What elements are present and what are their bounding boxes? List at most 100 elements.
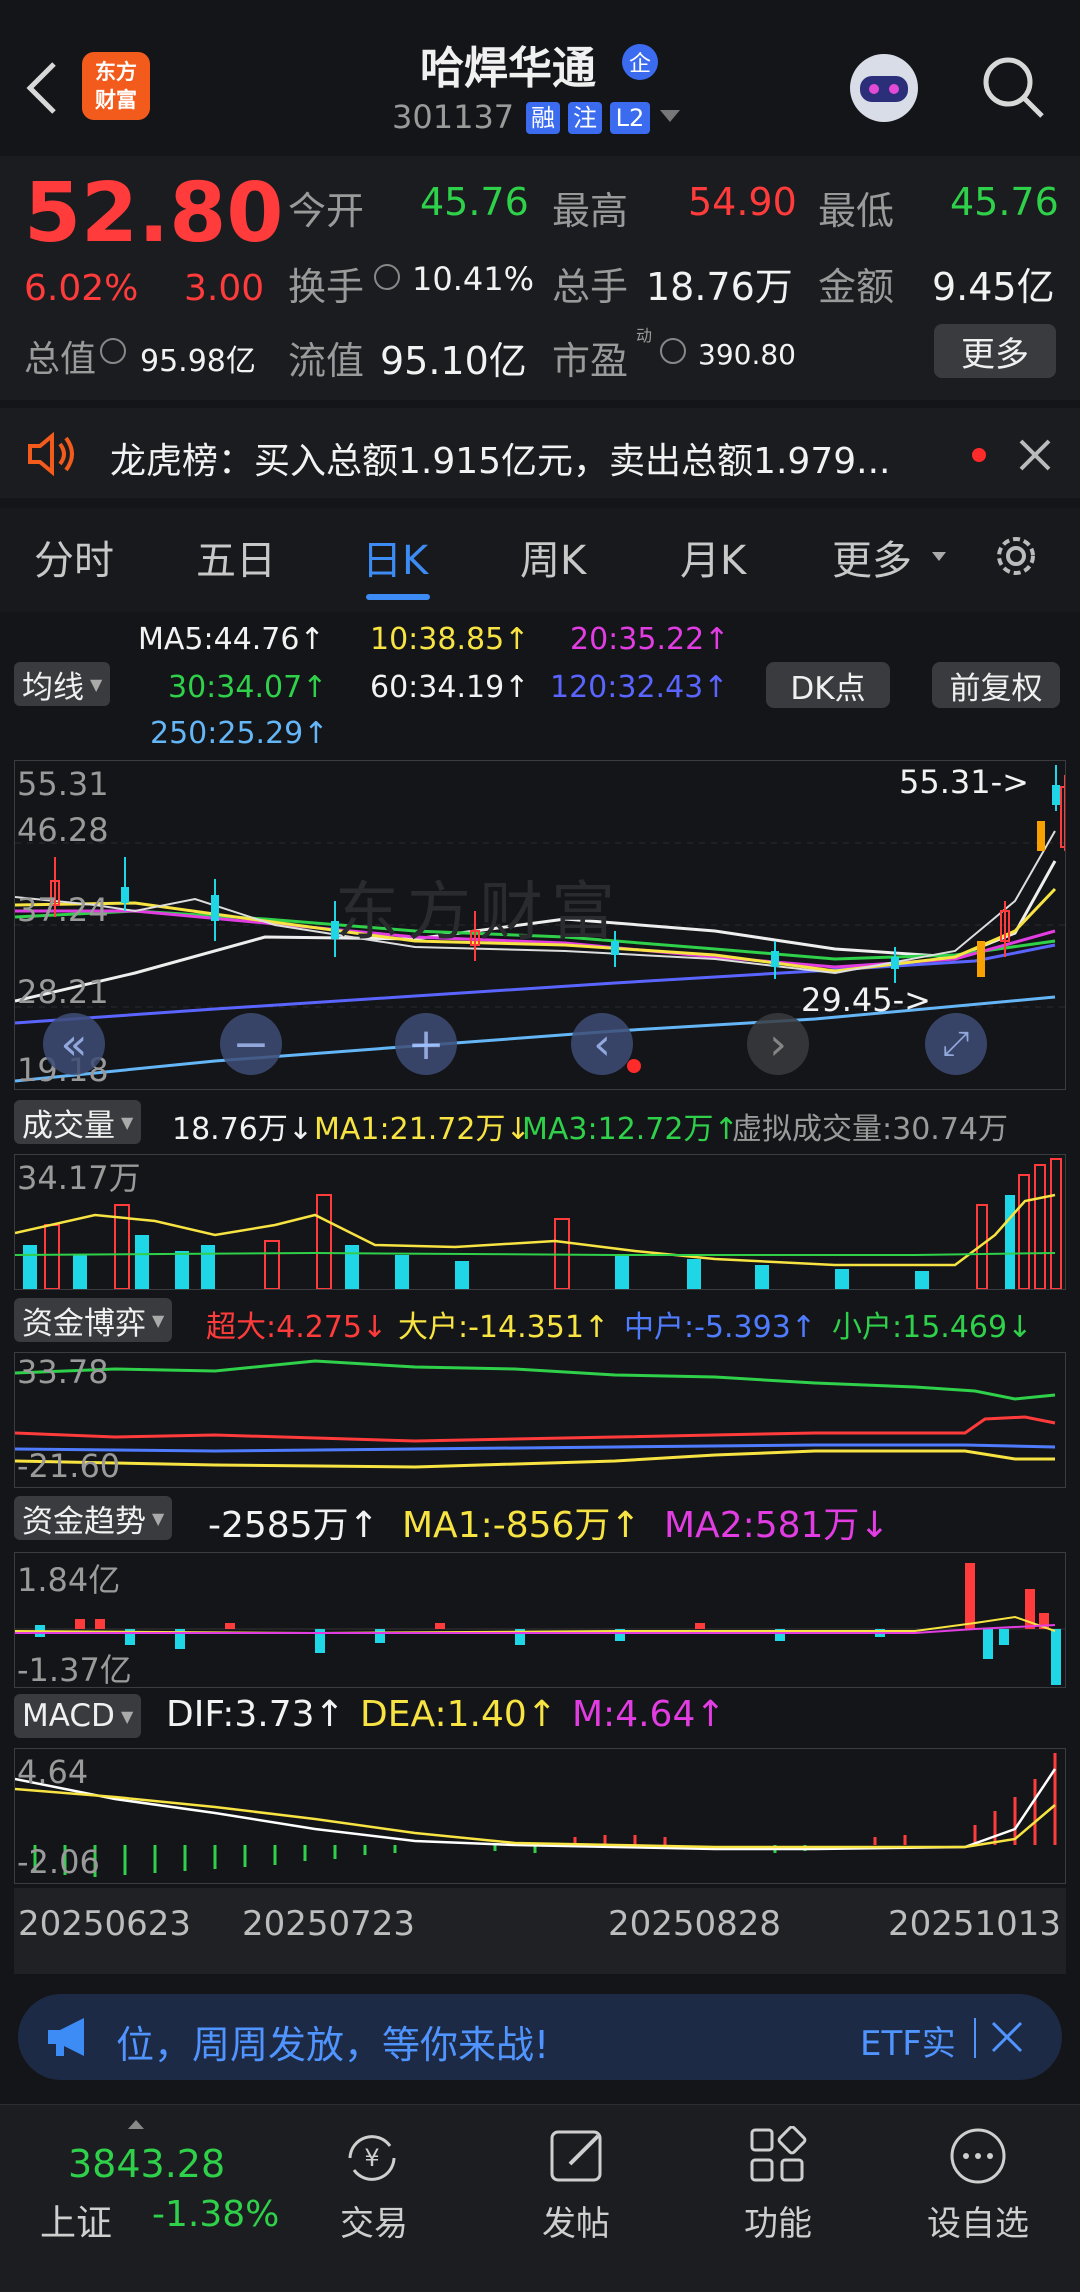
min-price-marker: 29.45-> [801, 981, 931, 1019]
chevron-left-icon[interactable]: ‹ [571, 1013, 633, 1075]
index-change[interactable]: -1.38% [152, 2194, 279, 2235]
date-label: 20250623 [18, 1904, 192, 1944]
kline-chart[interactable]: 东方财富 55.31 46.28 37.24 28.21 19.18 55.31… [14, 760, 1066, 1090]
mktcap-value: 95.98亿 [140, 344, 256, 379]
banner-divider [974, 2018, 976, 2058]
date-label: 20250723 [242, 1904, 416, 1944]
fund-trend-selector[interactable]: 资金趋势 ▼ [14, 1496, 173, 1540]
close-icon[interactable] [990, 2020, 1024, 2054]
tab-daily-k[interactable]: 日K [362, 528, 428, 586]
tab-five-day[interactable]: 五日 [196, 528, 276, 586]
svg-text:¥: ¥ [364, 2144, 379, 2172]
back-icon[interactable] [22, 58, 62, 118]
caret-down-icon: ▼ [120, 1706, 134, 1726]
dk-point-button[interactable]: DK点 [766, 662, 890, 708]
index-value[interactable]: 3843.28 [68, 2142, 225, 2186]
double-left-icon[interactable]: « [43, 1013, 105, 1075]
function-grid-icon[interactable] [748, 2125, 808, 2186]
change-amount: 3.00 [184, 268, 265, 309]
chevron-right-icon[interactable]: › [747, 1013, 809, 1075]
zoom-out-icon[interactable]: − [220, 1013, 282, 1075]
index-name[interactable]: 上证 [40, 2194, 112, 2246]
info-icon[interactable] [100, 338, 126, 364]
caret-down-icon [932, 552, 946, 561]
fund-trend-chart[interactable]: 1.84亿 -1.37亿 [14, 1552, 1066, 1689]
max-price-marker: 55.31-> [899, 763, 1029, 801]
float-label: 流值 [288, 339, 365, 383]
banner-text[interactable]: 位，周周发放，等你来战! [116, 2014, 549, 2069]
ma60-legend: 60:34.19↑ [370, 670, 530, 705]
banner-right-text[interactable]: ETF实 [860, 2016, 956, 2065]
fund-game-selector[interactable]: 资金博弈 ▼ [14, 1298, 173, 1342]
zoom-in-icon[interactable]: + [395, 1013, 457, 1075]
search-icon[interactable] [978, 52, 1048, 122]
gear-icon[interactable] [990, 530, 1042, 582]
kline-y-label-top: 55.31 [17, 765, 109, 803]
nav-trade[interactable]: 交易 [304, 2196, 444, 2245]
info-icon[interactable] [374, 264, 400, 290]
more-button[interactable]: 更多 [934, 324, 1056, 378]
macd-dif: DIF:3.73↑ [166, 1694, 345, 1735]
caret-down-icon: ▼ [152, 1508, 165, 1528]
volume-label: 总手 [552, 265, 629, 309]
stock-code: 301137 [392, 98, 515, 136]
nav-function[interactable]: 功能 [708, 2196, 848, 2245]
ma-selector[interactable]: 均线 ▼ [14, 662, 111, 706]
pe-value: 390.80 [698, 338, 796, 371]
info-icon[interactable] [660, 338, 686, 364]
volume-chart[interactable]: 34.17万 [14, 1154, 1066, 1290]
tab-monthly-k[interactable]: 月K [680, 528, 746, 586]
mktcap-label: 总值 [24, 339, 97, 380]
more-circle-icon[interactable] [948, 2126, 1008, 2186]
fund-game-chart[interactable]: 33.78 -21.60 [14, 1352, 1066, 1488]
ma20-legend: 20:35.22↑ [570, 622, 730, 657]
super-large-flow: 超大:4.275↓ [206, 1310, 388, 1345]
caret-down-icon: ▼ [121, 1112, 134, 1132]
volume-ma3: MA3:12.72万↑ [522, 1112, 739, 1147]
expand-icon[interactable]: ⤢ [925, 1013, 987, 1075]
fund-trend-ma2: MA2:581万↓ [664, 1505, 890, 1546]
macd-m: M:4.64↑ [572, 1694, 726, 1735]
tag-l2[interactable]: L2 [610, 102, 650, 134]
robot-assistant-icon[interactable] [846, 50, 922, 126]
fund-trend-value: -2585万↑ [208, 1505, 379, 1546]
fund-trend-ma1: MA1:-856万↑ [402, 1505, 641, 1546]
large-flow: 大户:-14.351↑ [398, 1310, 610, 1345]
notice-text[interactable]: 龙虎榜：买入总额1.915亿元，卖出总额1.979... [110, 432, 890, 484]
nav-post[interactable]: 发帖 [506, 2196, 646, 2245]
post-icon[interactable] [548, 2126, 608, 2186]
forward-adjust-button[interactable]: 前复权 [932, 662, 1060, 708]
tag-register: 注 [568, 102, 602, 134]
macd-y-bottom: -2.06 [17, 1843, 100, 1881]
ma5-legend: MA5:44.76↑ [138, 622, 325, 657]
enterprise-badge: 企 [622, 44, 658, 80]
virtual-volume: 虚拟成交量:30.74万 [732, 1112, 1008, 1147]
ma120-legend: 120:32.43↑ [550, 670, 729, 705]
fund-game-y-bottom: -21.60 [17, 1447, 121, 1485]
app-logo[interactable]: 东方 财富 [82, 52, 150, 120]
macd-chart[interactable]: 4.64 -2.06 [14, 1748, 1066, 1884]
kline-y-label: 28.21 [17, 973, 109, 1011]
high-label: 最高 [552, 189, 629, 233]
caret-up-icon [128, 2120, 144, 2129]
ma250-legend: 250:25.29↑ [150, 716, 329, 751]
dropdown-icon[interactable] [660, 110, 680, 122]
date-label: 20250828 [608, 1904, 782, 1944]
macd-selector[interactable]: MACD ▼ [14, 1694, 142, 1738]
nav-add-watchlist[interactable]: 设自选 [908, 2196, 1048, 2245]
turnover-label: 换手 [288, 265, 365, 309]
kline-y-label: 37.24 [17, 891, 109, 929]
trade-icon[interactable]: ¥ [340, 2128, 404, 2188]
amount-value: 9.45亿 [932, 265, 1055, 309]
pe-label: 市盈 [552, 339, 629, 383]
tab-weekly-k[interactable]: 周K [520, 528, 586, 586]
close-icon[interactable] [1018, 438, 1052, 472]
tab-more[interactable]: 更多 [832, 528, 912, 586]
volume-selector[interactable]: 成交量 ▼ [14, 1100, 142, 1144]
tab-intraday[interactable]: 分时 [34, 528, 114, 586]
volume-ma1: MA1:21.72万↓ [314, 1112, 531, 1147]
caret-down-icon: ▼ [152, 1310, 165, 1330]
volume-value: 18.76万 [646, 265, 793, 309]
fund-trend-y-bottom: -1.37亿 [17, 1651, 132, 1689]
macd-dea: DEA:1.40↑ [360, 1694, 557, 1735]
